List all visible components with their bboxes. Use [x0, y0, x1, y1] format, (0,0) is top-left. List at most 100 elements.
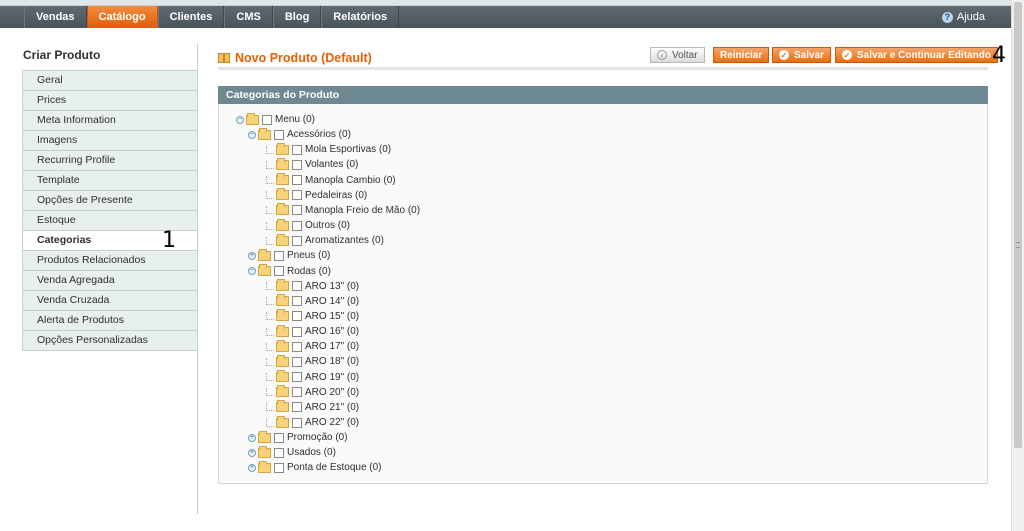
- category-label[interactable]: Usados (0): [287, 447, 336, 458]
- category-checkbox[interactable]: [274, 266, 284, 276]
- collapse-icon[interactable]: −: [236, 115, 244, 124]
- collapse-icon[interactable]: −: [248, 130, 256, 139]
- category-label[interactable]: Aromatizantes (0): [305, 235, 384, 246]
- category-label[interactable]: ARO 20" (0): [305, 387, 359, 398]
- sidebar-tab[interactable]: Recurring Profile: [22, 151, 198, 171]
- tree-node: − Menu (0): [236, 112, 315, 127]
- category-label[interactable]: ARO 16" (0): [305, 326, 359, 337]
- folder-icon: [276, 188, 289, 201]
- category-checkbox[interactable]: [292, 235, 302, 246]
- sidebar-tab[interactable]: Produtos Relacionados: [22, 251, 198, 271]
- folder-icon: [276, 157, 289, 170]
- category-checkbox[interactable]: [292, 190, 302, 201]
- scrollbar-thumb[interactable]: [1014, 2, 1022, 448]
- category-checkbox[interactable]: [262, 114, 272, 125]
- category-checkbox[interactable]: [292, 311, 302, 322]
- nav-relatorios[interactable]: Relatórios: [321, 6, 400, 28]
- category-label[interactable]: Volantes (0): [305, 159, 358, 170]
- category-label[interactable]: ARO 18" (0): [305, 356, 359, 367]
- tree-line: [266, 176, 274, 185]
- folder-icon: [258, 248, 271, 261]
- category-label[interactable]: Pneus (0): [287, 250, 330, 261]
- nav-catalogo[interactable]: Catálogo: [86, 6, 158, 28]
- category-label[interactable]: ARO 13" (0): [305, 281, 359, 292]
- expand-icon[interactable]: +: [248, 251, 256, 260]
- category-label[interactable]: Mola Esportivas (0): [305, 144, 391, 155]
- expand-icon[interactable]: +: [248, 433, 256, 442]
- sidebar-tab[interactable]: Venda Agregada: [22, 271, 198, 291]
- tree-node: ARO 20" (0): [266, 385, 359, 400]
- sidebar-tab[interactable]: Alerta de Produtos: [22, 311, 198, 331]
- category-label[interactable]: Outros (0): [305, 220, 350, 231]
- save-button-label: Salvar: [794, 49, 825, 61]
- help-link[interactable]: ? Ajuda: [941, 6, 985, 28]
- category-checkbox[interactable]: [292, 402, 302, 413]
- category-checkbox[interactable]: [274, 462, 284, 473]
- category-checkbox[interactable]: [292, 220, 302, 231]
- page-title: Novo Produto (Default): [218, 51, 372, 65]
- category-checkbox[interactable]: [292, 372, 302, 383]
- collapse-icon[interactable]: −: [248, 267, 256, 275]
- folder-icon: [276, 324, 289, 337]
- category-checkbox[interactable]: [292, 387, 302, 398]
- save-continue-button[interactable]: ✓ Salvar e Continuar Editando: [835, 47, 998, 63]
- category-checkbox[interactable]: [274, 129, 284, 140]
- category-label[interactable]: ARO 19" (0): [305, 372, 359, 383]
- category-label[interactable]: ARO 14" (0): [305, 296, 359, 307]
- category-label[interactable]: Manopla Freio de Mão (0): [305, 205, 420, 216]
- category-checkbox[interactable]: [292, 341, 302, 352]
- sidebar-tab[interactable]: Opções de Presente: [22, 191, 198, 211]
- category-checkbox[interactable]: [292, 175, 302, 186]
- category-label[interactable]: Promoção (0): [287, 432, 348, 443]
- nav-clientes[interactable]: Clientes: [157, 6, 225, 28]
- expand-icon[interactable]: +: [248, 463, 256, 472]
- sidebar-tab[interactable]: Imagens: [22, 131, 198, 151]
- category-label[interactable]: ARO 17" (0): [305, 341, 359, 352]
- category-label[interactable]: ARO 15" (0): [305, 311, 359, 322]
- category-label[interactable]: Acessórios (0): [287, 129, 351, 140]
- category-checkbox[interactable]: [292, 356, 302, 367]
- tree-line: [266, 145, 274, 154]
- category-checkbox[interactable]: [292, 281, 302, 292]
- category-label[interactable]: ARO 22" (0): [305, 417, 359, 428]
- vertical-scrollbar[interactable]: [1011, 0, 1024, 531]
- category-checkbox[interactable]: [292, 205, 302, 216]
- folder-icon: [276, 370, 289, 383]
- category-label[interactable]: Pedaleiras (0): [305, 190, 367, 201]
- tree-line: [266, 312, 274, 321]
- category-label[interactable]: Ponta de Estoque (0): [287, 462, 382, 473]
- category-checkbox[interactable]: [292, 296, 302, 307]
- category-checkbox[interactable]: [292, 417, 302, 428]
- scrollbar-grip-icon: [1016, 242, 1020, 248]
- category-label[interactable]: ARO 21" (0): [305, 402, 359, 413]
- category-label[interactable]: Manopla Cambio (0): [305, 175, 396, 186]
- tree-line: [266, 236, 274, 245]
- back-button[interactable]: ‹ Voltar: [650, 47, 705, 63]
- tree-node: + Usados (0): [248, 445, 336, 460]
- category-checkbox[interactable]: [292, 326, 302, 337]
- category-checkbox[interactable]: [274, 432, 284, 443]
- category-checkbox[interactable]: [274, 250, 284, 261]
- nav-blog[interactable]: Blog: [272, 6, 322, 28]
- category-label[interactable]: Menu (0): [275, 114, 315, 125]
- product-box-icon: [218, 53, 230, 63]
- sidebar-tab[interactable]: Venda Cruzada: [22, 291, 198, 311]
- tree-line: [266, 418, 274, 427]
- tree-line: [266, 160, 274, 169]
- category-checkbox[interactable]: [292, 144, 302, 155]
- category-checkbox[interactable]: [292, 159, 302, 170]
- nav-cms[interactable]: CMS: [224, 6, 273, 28]
- sidebar-tab[interactable]: Opções Personalizadas: [22, 331, 198, 351]
- sidebar-tab[interactable]: Geral: [22, 71, 198, 91]
- reset-button[interactable]: Reiniciar: [713, 47, 770, 63]
- sidebar-tab[interactable]: Meta Information: [22, 111, 198, 131]
- nav-vendas[interactable]: Vendas: [24, 6, 87, 28]
- category-checkbox[interactable]: [274, 447, 284, 458]
- tree-node: − Rodas (0): [248, 264, 331, 279]
- sidebar-tab[interactable]: Prices: [22, 91, 198, 111]
- expand-icon[interactable]: +: [248, 448, 256, 457]
- save-button[interactable]: ✓ Salvar: [772, 47, 832, 63]
- folder-icon: [258, 430, 271, 443]
- category-label[interactable]: Rodas (0): [287, 266, 331, 277]
- sidebar-tab[interactable]: Template: [22, 171, 198, 191]
